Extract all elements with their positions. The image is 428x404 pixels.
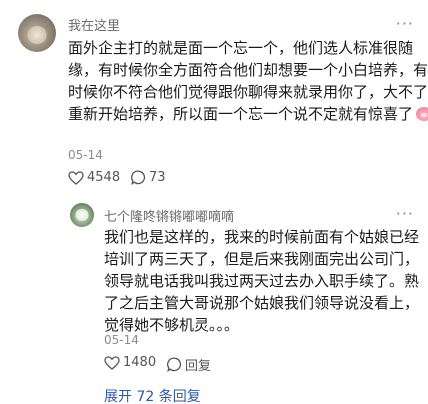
reply-line: 领导就电话我叫我过两天过去办入职手续了。熟 (104, 272, 420, 290)
comment-username[interactable]: 我在这里 (68, 15, 120, 34)
comment-line: 重新开始培养，所以面一个忘一个说不定就有惊喜了 (68, 105, 414, 123)
reply-label: 回复 (185, 359, 212, 374)
reply-button[interactable]: 回复 (167, 355, 211, 374)
reply-line: 了之后主管大哥说那个姑娘我们领导说没看上， (104, 294, 420, 312)
pig-face-emoji-icon (415, 106, 428, 122)
reply-line: 觉得她不够机灵。。。 (104, 316, 240, 334)
more-options-button[interactable]: ··· (396, 16, 414, 32)
reply-username[interactable]: 七个隆咚锵锵嘟嘟嘀嘀 (104, 206, 234, 225)
reply-line: 我们也是这样的，我来的时候前面有个姑娘已经 (104, 228, 420, 246)
heart-icon (104, 355, 120, 370)
reply-more-options-button[interactable]: ··· (396, 206, 414, 222)
comment-bubble-icon (167, 357, 182, 372)
comment-line: 时候你不符合他们觉得跟你聊得来就录用你了，大不了 (68, 83, 428, 101)
reply-like-count: 1480 (123, 355, 157, 370)
comment-body: 面外企主打的就是面一个忘一个，他们选人标准很随 缘，有时候你全方面符合他们却想要… (68, 37, 428, 125)
like-button[interactable]: 4548 (68, 170, 120, 185)
comment-line: 面外企主打的就是面一个忘一个，他们选人标准很随 (68, 39, 414, 57)
comment-line: 缘，有时候你全方面符合他们却想要一个小白培养，有 (68, 61, 428, 79)
reply-like-button[interactable]: 1480 (104, 355, 156, 370)
comment-bubble-icon (131, 170, 146, 185)
expand-replies-link[interactable]: 展开 72 条回复 (104, 386, 201, 404)
comment-date: 05-14 (68, 148, 103, 162)
comment-button[interactable]: 73 (131, 170, 166, 185)
reply-date: 05-14 (104, 333, 139, 347)
reply-body: 我们也是这样的，我来的时候前面有个姑娘已经 培训了两三天了，但是后来我刚面完出公… (104, 226, 420, 336)
like-count: 4548 (87, 170, 121, 185)
comment-count: 73 (149, 170, 166, 185)
user-avatar[interactable] (18, 14, 56, 52)
reply-line: 培训了两三天了，但是后来我刚面完出公司门， (104, 250, 420, 268)
heart-icon (68, 170, 84, 185)
reply-avatar[interactable] (70, 203, 94, 227)
